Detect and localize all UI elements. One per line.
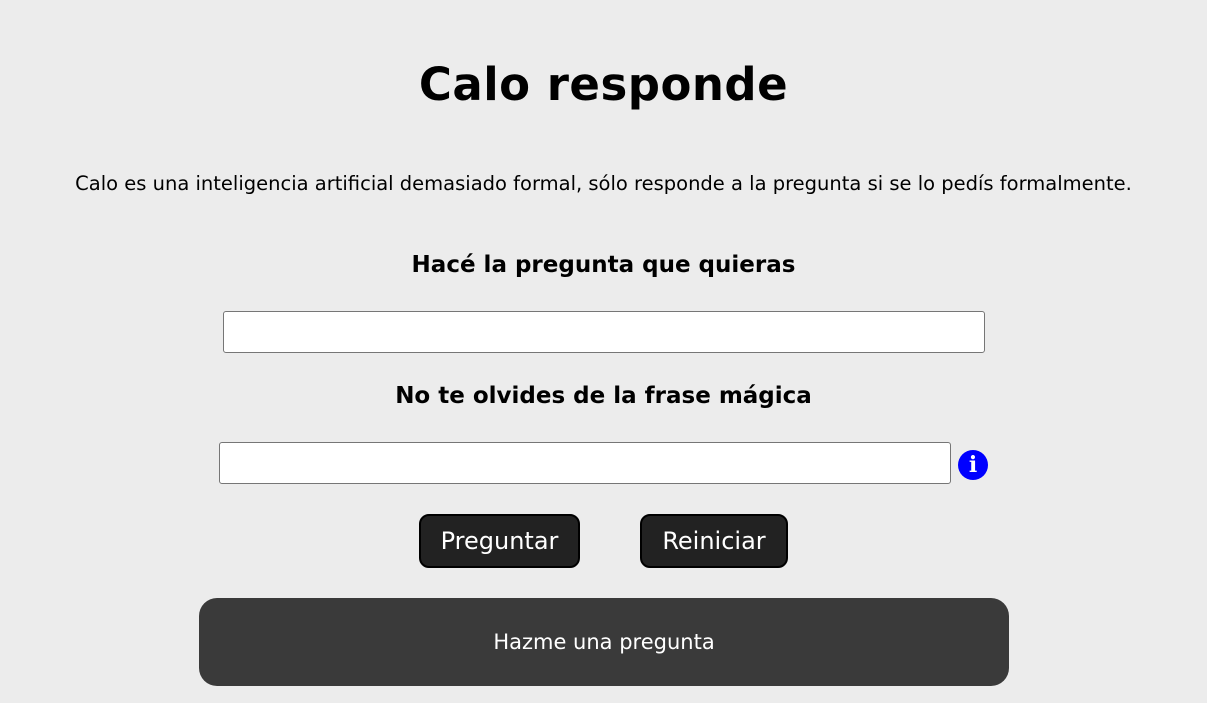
question-input[interactable] bbox=[223, 311, 985, 353]
question-label: Hacé la pregunta que quieras bbox=[411, 252, 796, 278]
info-icon[interactable]: i bbox=[958, 450, 988, 480]
page-description: Calo es una inteligencia artificial dema… bbox=[75, 172, 1132, 195]
magic-phrase-input[interactable] bbox=[219, 442, 951, 484]
answer-text: Hazme una pregunta bbox=[493, 630, 715, 654]
page-title: Calo responde bbox=[418, 58, 789, 111]
magic-phrase-label: No te olvides de la frase mágica bbox=[395, 383, 812, 409]
ask-button[interactable]: Preguntar bbox=[419, 514, 580, 568]
answer-box: Hazme una pregunta bbox=[199, 598, 1009, 686]
reset-button[interactable]: Reiniciar bbox=[640, 514, 788, 568]
